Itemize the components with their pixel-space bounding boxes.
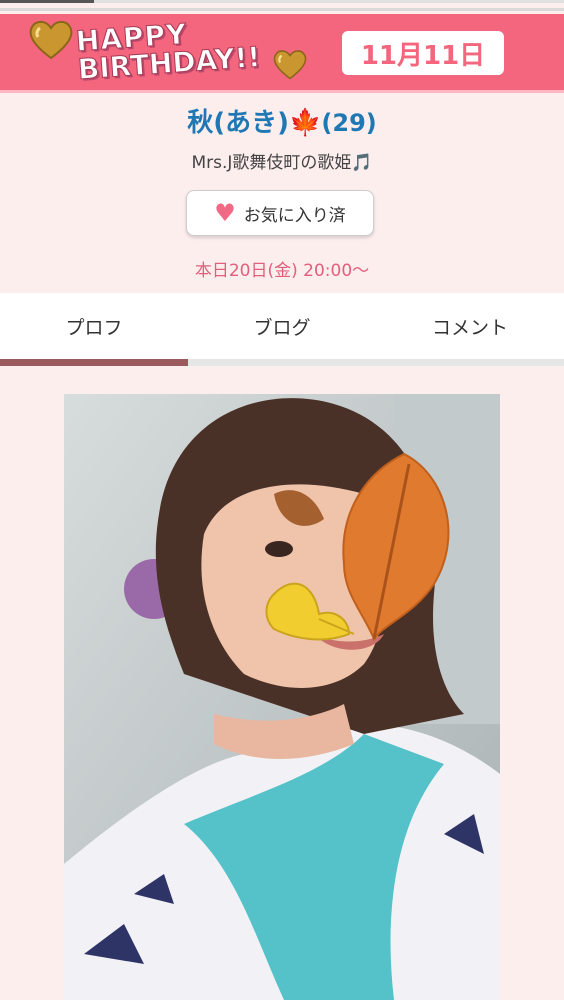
- cast-name: 秋(あき)🍁(29): [187, 108, 377, 138]
- favorite-button[interactable]: ♥ お気に入り済: [186, 190, 374, 236]
- favorite-label: お気に入り済: [243, 205, 346, 226]
- gold-heart-icon: [28, 18, 74, 60]
- tab-comments[interactable]: コメント: [376, 293, 564, 359]
- birthday-date: 11月11日: [342, 31, 504, 75]
- top-progress-line: [0, 0, 564, 3]
- maple-leaf-icon: 🍁: [289, 108, 322, 138]
- tab-blog[interactable]: ブログ: [188, 293, 376, 359]
- heart-icon: ♥: [214, 199, 236, 227]
- tab-bar: プロフ ブログ コメント: [0, 293, 564, 359]
- birthday-banner: HAPPY BIRTHDAY!! 11月11日: [0, 14, 564, 93]
- profile-photo[interactable]: [64, 394, 500, 1000]
- tab-indicator: [0, 359, 564, 366]
- divider: [0, 8, 564, 11]
- happy-birthday-title: HAPPY BIRTHDAY!!: [74, 17, 262, 87]
- cast-tagline: Mrs.J歌舞伎町の歌姫🎵: [191, 153, 373, 173]
- tab-profile[interactable]: プロフ: [0, 293, 188, 359]
- work-schedule: 本日20日(金) 20:00〜: [194, 261, 370, 281]
